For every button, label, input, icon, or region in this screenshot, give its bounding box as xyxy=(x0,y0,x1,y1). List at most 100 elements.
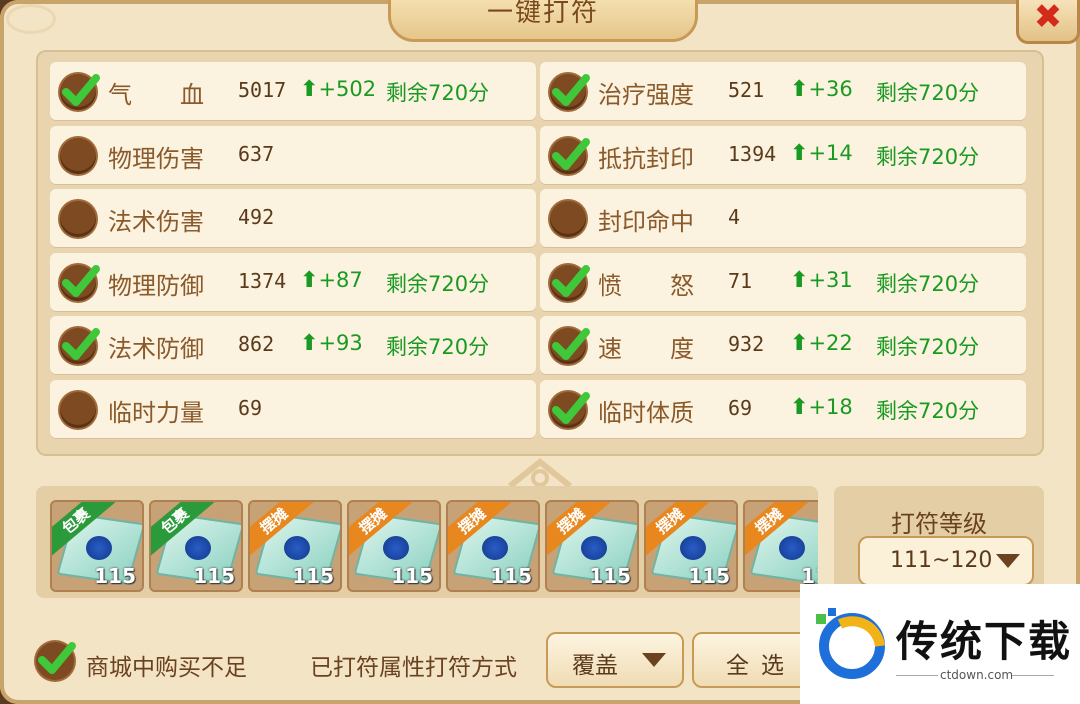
attribute-increase: ⬆+87 xyxy=(300,268,363,293)
attribute-row[interactable]: 物理伤害 637 xyxy=(50,125,536,184)
level-dropdown[interactable]: 111~120 xyxy=(858,536,1034,586)
attribute-value: 932 xyxy=(728,332,765,356)
checked-checkbox[interactable] xyxy=(60,328,100,364)
one-key-symbol-window: 一键打符 ✖ 气 血 5017 ⬆+502 剩余720分 治疗强度 521 ⬆+36 剩余72… xyxy=(0,0,1080,704)
symbol-card[interactable]: 摆摊 115 xyxy=(644,500,738,592)
symbol-emblem-icon xyxy=(284,536,310,560)
select-all-label: 全选 xyxy=(726,653,796,679)
attribute-value: 862 xyxy=(238,332,275,356)
checkmark-icon xyxy=(62,264,100,297)
symbol-emblem-icon xyxy=(779,536,805,560)
unchecked-checkbox[interactable] xyxy=(60,137,96,174)
attribute-row[interactable]: 封印命中 4 xyxy=(540,189,1026,247)
increase-value: +87 xyxy=(318,267,363,292)
insufficient-checkbox[interactable] xyxy=(36,642,76,680)
attribute-value: 521 xyxy=(728,78,765,102)
attribute-row[interactable]: 气 血 5017 ⬆+502 剩余720分 xyxy=(50,62,536,120)
symbol-level: 115 xyxy=(490,564,532,588)
attribute-row[interactable]: 法术防御 862 ⬆+93 剩余720分 xyxy=(50,316,536,374)
symbol-card[interactable]: 包裹 115 xyxy=(149,500,243,592)
symbol-level: 115 xyxy=(292,564,334,588)
arrow-up-icon: ⬆ xyxy=(790,140,809,166)
attribute-row[interactable]: 临时体质 69 ⬆+18 剩余720分 xyxy=(540,379,1026,438)
symbol-emblem-icon xyxy=(680,536,706,560)
attribute-increase: ⬆+18 xyxy=(790,395,853,420)
attribute-increase: ⬆+36 xyxy=(790,77,853,102)
attribute-value: 637 xyxy=(238,141,275,166)
symbol-card[interactable]: 摆摊 115 xyxy=(545,500,639,592)
symbol-emblem-icon xyxy=(185,536,211,560)
attribute-value: 1394 xyxy=(728,141,777,166)
checkmark-icon xyxy=(552,74,590,106)
checked-checkbox[interactable] xyxy=(550,137,590,174)
checked-checkbox[interactable] xyxy=(60,264,100,301)
checked-checkbox[interactable] xyxy=(550,264,590,301)
level-panel: 打符等级 111~120 xyxy=(834,486,1044,598)
checkmark-icon xyxy=(552,328,590,360)
symbol-card[interactable]: 摆摊11 xyxy=(743,500,818,592)
checked-checkbox[interactable] xyxy=(550,328,590,364)
symbol-level: 115 xyxy=(688,564,730,588)
attribute-row[interactable]: 治疗强度 521 ⬆+36 剩余720分 xyxy=(540,62,1026,120)
mode-value: 覆盖 xyxy=(572,653,618,679)
attribute-value: 1374 xyxy=(238,268,287,293)
checkmark-icon xyxy=(62,74,100,106)
watermark: 传统下载 ctdown.com xyxy=(800,584,1080,704)
window-title: 一键打符 xyxy=(486,0,599,28)
checkmark-icon xyxy=(552,264,590,297)
symbol-emblem-icon xyxy=(581,536,607,560)
symbol-level: 115 xyxy=(94,564,136,588)
checked-checkbox[interactable] xyxy=(550,74,590,110)
chevron-down-icon xyxy=(642,653,666,667)
level-value: 111~120 xyxy=(890,548,993,573)
mode-label: 已打符属性打符方式 xyxy=(310,655,517,681)
checked-checkbox[interactable] xyxy=(60,74,100,110)
arrow-up-icon: ⬆ xyxy=(300,331,319,356)
checked-checkbox[interactable] xyxy=(550,391,590,428)
collapse-caret-icon[interactable] xyxy=(502,454,578,490)
chevron-down-icon xyxy=(996,554,1020,568)
attribute-row[interactable]: 法术伤害 492 xyxy=(50,189,536,247)
attribute-name: 法术防御 xyxy=(108,335,204,363)
remaining-points: 剩余720分 xyxy=(386,271,490,296)
increase-value: +31 xyxy=(808,267,853,292)
attribute-name: 法术伤害 xyxy=(108,208,204,236)
symbol-card[interactable]: 摆摊 115 xyxy=(248,500,342,592)
remaining-points: 剩余720分 xyxy=(386,81,490,105)
symbol-list[interactable]: 包裹115包裹115摆摊115摆摊115摆摊115摆摊115摆摊115摆摊11 xyxy=(36,486,818,598)
attribute-panel: 气 血 5017 ⬆+502 剩余720分 治疗强度 521 ⬆+36 剩余720分 物理伤害 6… xyxy=(36,50,1044,456)
unchecked-checkbox[interactable] xyxy=(60,201,96,237)
close-button[interactable]: ✖ xyxy=(1016,0,1080,44)
symbol-level: 115 xyxy=(391,564,433,588)
watermark-title: 传统下载 xyxy=(896,617,1073,666)
attribute-value: 71 xyxy=(728,268,753,293)
increase-value: +22 xyxy=(808,331,853,355)
attribute-increase: ⬆+31 xyxy=(790,268,853,293)
attribute-value: 69 xyxy=(238,395,263,420)
attribute-name: 临时力量 xyxy=(108,398,204,427)
attribute-row[interactable]: 临时力量 69 xyxy=(50,379,536,438)
attribute-row[interactable]: 速 度 932 ⬆+22 剩余720分 xyxy=(540,316,1026,374)
remaining-points: 剩余720分 xyxy=(876,81,980,105)
symbol-card[interactable]: 包裹 115 xyxy=(50,500,144,592)
attribute-name: 抵抗封印 xyxy=(598,144,694,173)
watermark-divider xyxy=(1012,675,1054,676)
attribute-row[interactable]: 抵抗封印 1394 ⬆+14 剩余720分 xyxy=(540,125,1026,184)
checkmark-icon xyxy=(552,391,590,424)
symbol-card[interactable]: 摆摊 115 xyxy=(446,500,540,592)
attribute-increase: ⬆+14 xyxy=(790,141,853,166)
increase-value: +14 xyxy=(808,140,853,165)
arrow-up-icon: ⬆ xyxy=(790,331,809,356)
mode-dropdown[interactable]: 覆盖 xyxy=(546,632,684,688)
increase-value: +36 xyxy=(808,77,853,101)
unchecked-checkbox[interactable] xyxy=(60,391,96,428)
attribute-name: 临时体质 xyxy=(598,398,694,427)
symbol-card[interactable]: 摆摊 115 xyxy=(347,500,441,592)
attribute-row[interactable]: 物理防御 1374 ⬆+87 剩余720分 xyxy=(50,252,536,311)
symbol-level: 115 xyxy=(589,564,631,588)
arrow-up-icon: ⬆ xyxy=(300,77,319,102)
unchecked-checkbox[interactable] xyxy=(550,201,586,237)
remaining-points: 剩余720分 xyxy=(876,335,980,359)
attribute-row[interactable]: 愤 怒 71 ⬆+31 剩余720分 xyxy=(540,252,1026,311)
checkmark-icon xyxy=(552,137,590,170)
